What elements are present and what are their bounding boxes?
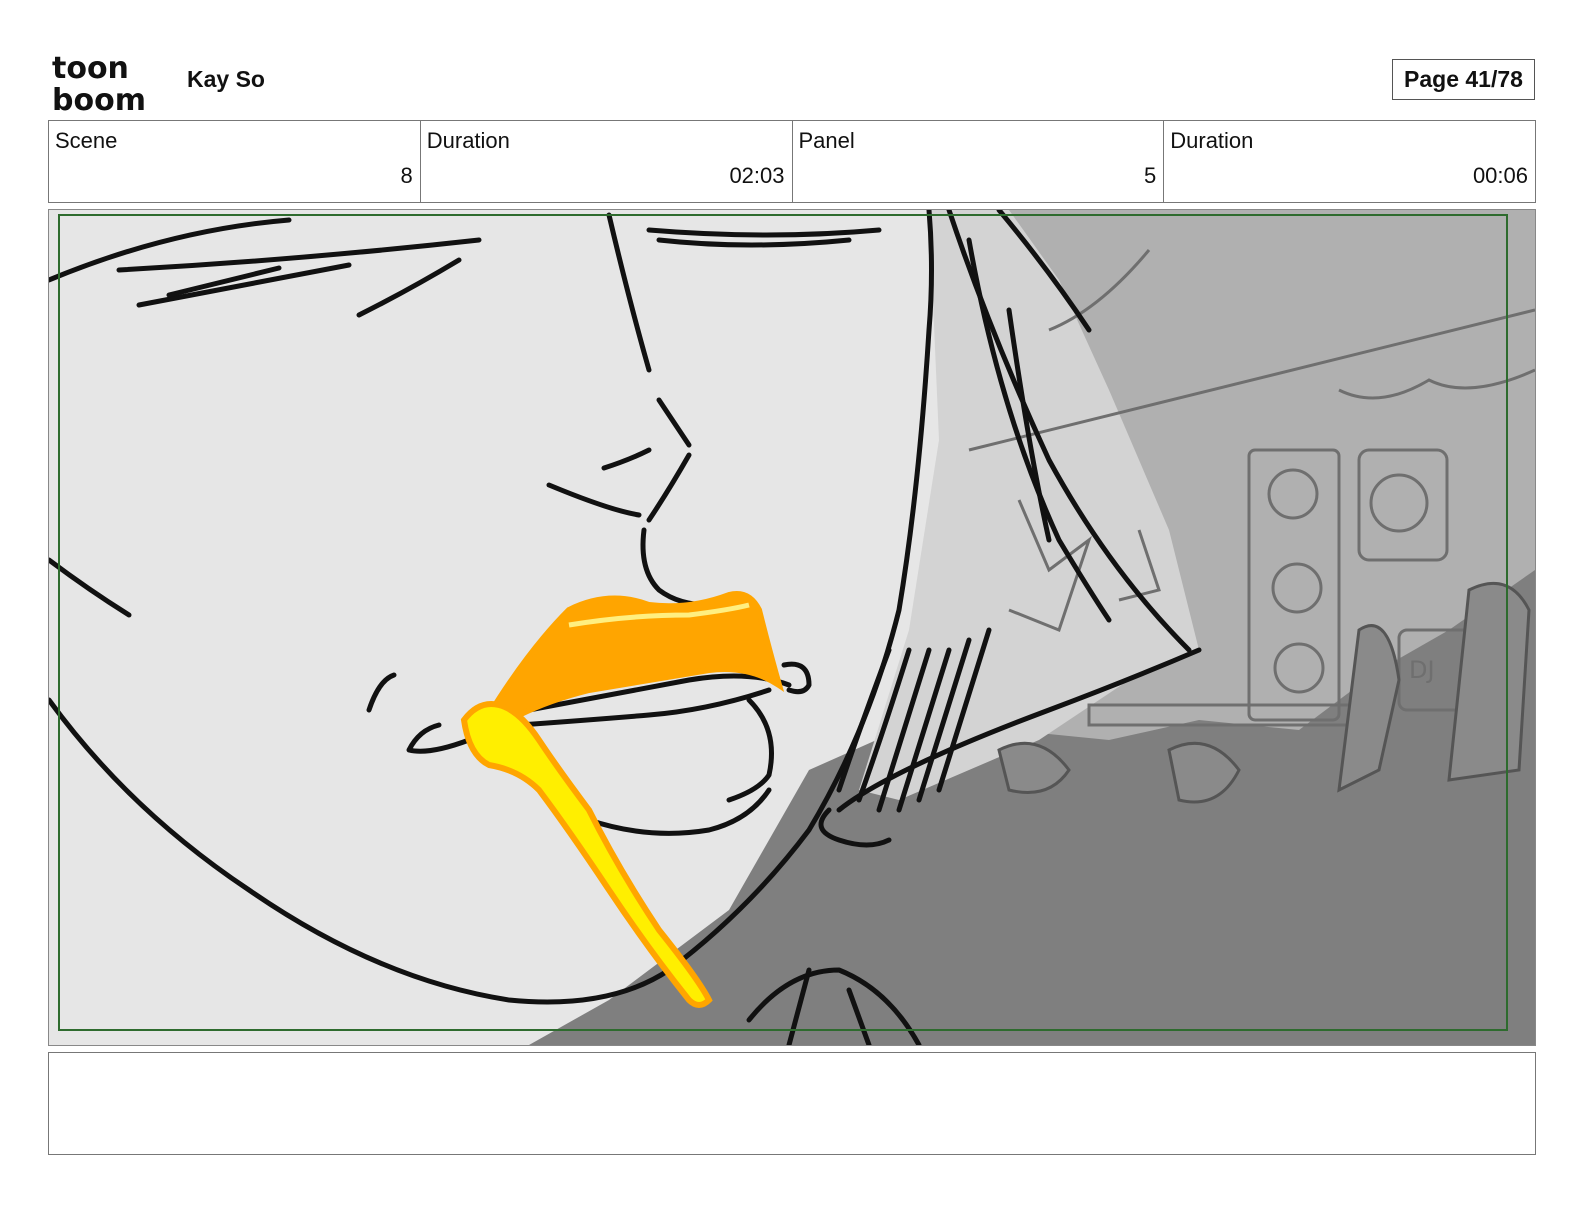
panel-notes-box <box>48 1052 1536 1155</box>
panel-cell: Panel 5 <box>793 121 1165 202</box>
logo-text-bottom: boom <box>52 83 146 112</box>
storyboard-panel: DJ <box>48 209 1536 1046</box>
author-name: Kay So <box>187 66 265 92</box>
panel-label: Panel <box>798 128 855 153</box>
scene-label: Scene <box>55 128 118 153</box>
scene-value: 8 <box>400 163 413 188</box>
page-indicator: Page 41/78 <box>1392 59 1535 100</box>
panel-duration-value: 00:06 <box>1472 163 1528 188</box>
dj-sign-text: DJ <box>1409 656 1435 684</box>
scene-duration-label: Duration <box>426 128 510 153</box>
panel-sketch: DJ <box>49 210 1535 1045</box>
panel-info-row: Scene 8 Duration 02:03 Panel 5 Duration … <box>48 120 1536 203</box>
scene-duration-value: 02:03 <box>729 163 785 188</box>
logo-text-top: toon <box>52 51 129 86</box>
panel-value: 5 <box>1144 163 1157 188</box>
scene-duration-cell: Duration 02:03 <box>421 121 793 202</box>
panel-duration-label: Duration <box>1170 128 1254 153</box>
panel-duration-cell: Duration 00:06 <box>1164 121 1535 202</box>
toonboom-logo: toon boom <box>52 51 146 112</box>
scene-cell: Scene 8 <box>49 121 421 202</box>
